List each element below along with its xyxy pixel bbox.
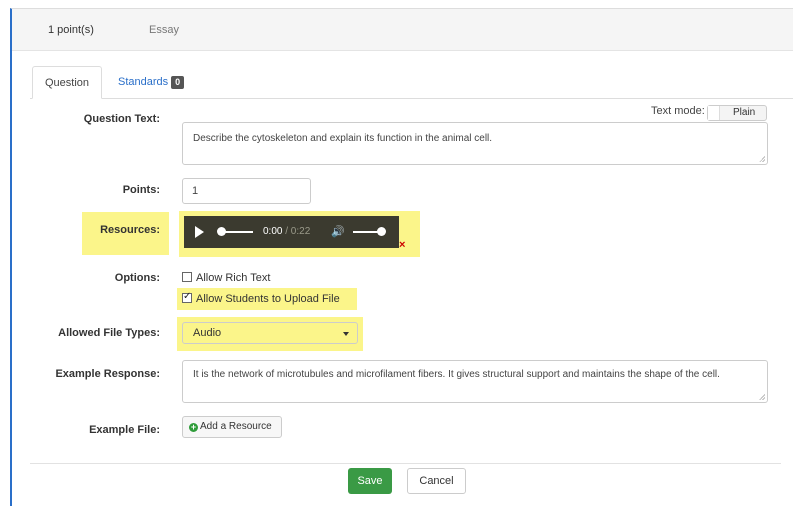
cancel-button[interactable]: Cancel: [407, 468, 466, 494]
points-summary: 1 point(s): [48, 24, 94, 36]
question-type: Essay: [149, 24, 179, 36]
resize-grip-icon[interactable]: [759, 156, 765, 162]
save-button[interactable]: Save: [348, 468, 392, 494]
question-header: 1 point(s) Essay: [12, 9, 793, 51]
file-type-value: Audio: [193, 327, 222, 339]
points-value: 1: [192, 185, 199, 197]
seek-handle[interactable]: [217, 227, 226, 236]
checkbox-rich-text[interactable]: [182, 272, 192, 282]
standards-count-badge: 0: [171, 76, 185, 89]
points-input[interactable]: 1: [182, 178, 311, 204]
audio-player: 0:00 / 0:22 🔊: [184, 216, 399, 248]
option-rich-text-label: Allow Rich Text: [196, 272, 271, 284]
audio-duration: / 0:22: [285, 226, 311, 237]
volume-icon[interactable]: 🔊: [331, 225, 345, 238]
play-icon[interactable]: [195, 226, 204, 238]
tab-standards[interactable]: Standards 0: [106, 66, 196, 99]
allowed-file-types-label: Allowed File Types:: [58, 327, 160, 339]
options-label: Options:: [114, 272, 160, 284]
question-text-label: Question Text:: [83, 113, 160, 125]
question-text-field[interactable]: Describe the cytoskeleton and explain it…: [182, 122, 768, 165]
resources-label: Resources:: [100, 224, 160, 236]
file-type-select[interactable]: Audio: [182, 322, 358, 344]
plus-circle-icon: +: [189, 422, 198, 432]
toggle-knob: [708, 106, 720, 120]
text-mode-value: Plain: [733, 107, 756, 118]
tab-bar: Question Standards 0: [30, 66, 793, 99]
add-resource-label: Add a Resource: [200, 421, 272, 432]
option-allow-upload[interactable]: Allow Students to Upload File: [182, 291, 340, 305]
example-response-value: It is the network of microtubules and mi…: [193, 369, 720, 380]
text-mode-label: Text mode:: [651, 105, 705, 117]
tab-question-label: Question: [45, 77, 90, 89]
tab-question[interactable]: Question: [32, 66, 102, 99]
checkbox-upload-file[interactable]: [182, 291, 192, 303]
add-resource-button[interactable]: + Add a Resource: [182, 416, 282, 438]
points-label: Points:: [122, 184, 160, 196]
example-response-label: Example Response:: [55, 368, 160, 380]
audio-time: 0:00 / 0:22: [263, 226, 310, 237]
example-response-field[interactable]: It is the network of microtubules and mi…: [182, 360, 768, 403]
audio-current-time: 0:00: [263, 226, 283, 237]
example-file-label: Example File:: [89, 424, 160, 436]
resize-grip-icon[interactable]: [759, 394, 765, 400]
volume-handle[interactable]: [377, 227, 386, 236]
chevron-down-icon: [343, 332, 349, 336]
question-text-value: Describe the cytoskeleton and explain it…: [193, 133, 493, 144]
footer-divider: [30, 463, 781, 464]
option-allow-rich-text[interactable]: Allow Rich Text: [182, 272, 270, 284]
text-mode-toggle[interactable]: Plain: [707, 105, 767, 121]
option-upload-label: Allow Students to Upload File: [196, 293, 340, 305]
remove-resource-icon[interactable]: ×: [399, 240, 405, 251]
tab-standards-label: Standards: [118, 76, 169, 88]
